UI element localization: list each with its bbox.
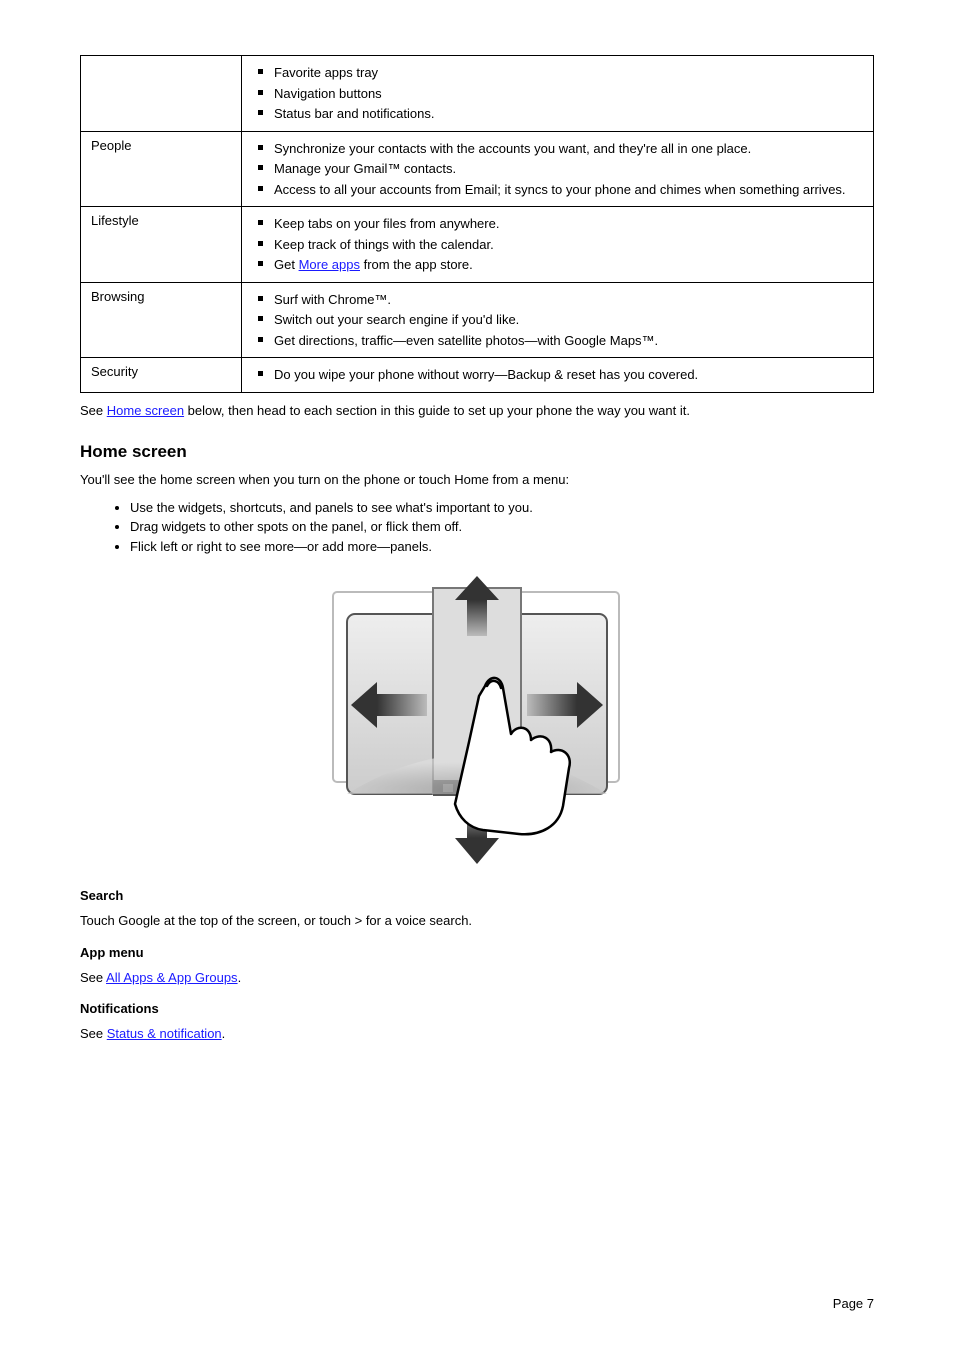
notifications-text: See Status & notification. [80,1024,874,1044]
text: See [80,403,107,418]
status-notification-link[interactable]: Status & notification [107,1026,222,1041]
text: See [80,1026,107,1041]
list-item: Navigation buttons [252,84,863,104]
table-row: Security Do you wipe your phone without … [81,358,874,393]
text: See [80,970,106,985]
search-text: Touch Google at the top of the screen, o… [80,911,874,931]
paragraph: See Home screen below, then head to each… [80,401,874,421]
text: . [222,1026,226,1041]
text: below, then head to each section in this… [184,403,690,418]
more-apps-link[interactable]: More apps [299,257,360,272]
home-screen-link[interactable]: Home screen [107,403,184,418]
list-item: Keep tabs on your files from anywhere. [252,214,863,234]
row-label: Lifestyle [81,207,242,283]
list-item: Do you wipe your phone without worry—Bac… [252,365,863,385]
list-item: Get More apps from the app store. [252,255,863,275]
row-label: People [81,131,242,207]
list-item: Favorite apps tray [252,63,863,83]
list-item: Status bar and notifications. [252,104,863,124]
row-label: Security [81,358,242,393]
feature-bullets: Use the widgets, shortcuts, and panels t… [130,498,874,557]
features-table: Favorite apps tray Navigation buttons St… [80,55,874,393]
subhead-search: Search [80,888,874,903]
all-apps-link[interactable]: All Apps & App Groups [106,970,238,985]
list-item: Synchronize your contacts with the accou… [252,139,863,159]
text: from the app store. [360,257,473,272]
list-item: Use the widgets, shortcuts, and panels t… [130,498,874,518]
subhead-app-menu: App menu [80,945,874,960]
text: Get [274,257,299,272]
row-content: Keep tabs on your files from anywhere. K… [242,207,874,283]
intro-text: You'll see the home screen when you turn… [80,470,874,490]
app-menu-text: See All Apps & App Groups. [80,968,874,988]
list-item: Keep track of things with the calendar. [252,235,863,255]
table-row: Favorite apps tray Navigation buttons St… [81,56,874,132]
list-item: Switch out your search engine if you'd l… [252,310,863,330]
table-row: People Synchronize your contacts with th… [81,131,874,207]
list-item: Flick left or right to see more—or add m… [130,537,874,557]
list-item: Manage your Gmail™ contacts. [252,159,863,179]
heading-home-screen: Home screen [80,442,874,462]
list-item: Get directions, traffic—even satellite p… [252,331,863,351]
row-content: Synchronize your contacts with the accou… [242,131,874,207]
page-number: Page 7 [833,1296,874,1311]
list-item: Drag widgets to other spots on the panel… [130,517,874,537]
row-content: Favorite apps tray Navigation buttons St… [242,56,874,132]
row-content: Do you wipe your phone without worry—Bac… [242,358,874,393]
list-item: Access to all your accounts from Email; … [252,180,863,200]
row-label [81,56,242,132]
row-label: Browsing [81,282,242,358]
table-row: Lifestyle Keep tabs on your files from a… [81,207,874,283]
list-item: Surf with Chrome™. [252,290,863,310]
swipe-panels-illustration [297,574,657,874]
subhead-notifications: Notifications [80,1001,874,1016]
table-row: Browsing Surf with Chrome™. Switch out y… [81,282,874,358]
text: . [238,970,242,985]
row-content: Surf with Chrome™. Switch out your searc… [242,282,874,358]
